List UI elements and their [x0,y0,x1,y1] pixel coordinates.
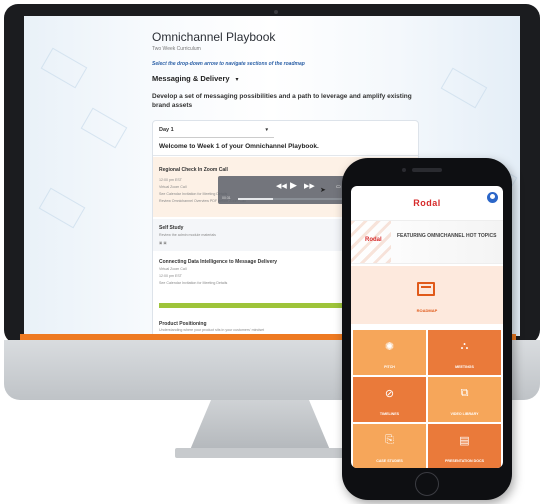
item-detail: Virtual Zoom Call [159,185,187,189]
webcam [274,10,278,14]
meetings-icon: ⛬ [460,340,469,352]
chevron-down-icon[interactable]: ▾ [265,127,268,133]
play-icon[interactable]: ▶ [290,180,297,191]
item-detail: Virtual Zoom Call [159,267,187,271]
tile-video-library[interactable]: ⧉ VIDEO LIBRARY [428,377,501,422]
item-title: Self Study [159,225,184,231]
app-logo: Rodal [413,198,441,208]
roadmap-label: ROADMAP [416,308,438,313]
attachment-icon[interactable]: ▣ ▣ [159,241,167,245]
section-dropdown[interactable]: Messaging & Delivery ▾ [152,74,239,83]
tile-label: TIMELINES [379,412,400,416]
page-title: Omnichannel Playbook [152,30,276,44]
item-title: Product Positioning [159,321,207,327]
roadmap-button[interactable]: ROADMAP [351,266,503,324]
item-detail: 12:00 pm EST [159,178,182,182]
tile-label: CASE STUDIES [376,459,403,463]
presentation-docs-icon: ▤ [459,435,470,447]
video-current-time: 00:31 [222,196,231,200]
banner-text: FEATURING OMNICHANNEL HOT TOPICS [397,233,497,239]
monitor-stand [190,400,330,450]
divider [153,155,418,156]
video-library-icon: ⧉ [460,387,469,399]
item-title: Regional Check In Zoom Call [159,167,228,173]
item-detail: Review the admin module materials [159,233,216,237]
mouse-cursor-icon: ➤ [320,187,326,194]
home-button[interactable] [415,472,439,496]
roadmap-icon [417,282,435,296]
navigation-instruction: Select the drop-down arrow to navigate s… [152,61,305,67]
item-detail: 12:00 pm EST [159,274,182,278]
hexagon-pattern [40,47,88,89]
tile-timelines[interactable]: ⊘ TIMELINES [353,377,426,422]
hexagon-pattern [38,187,86,229]
chevron-down-icon[interactable]: ▾ [236,77,239,83]
rewind-icon[interactable]: ◀◀ [276,182,287,190]
tile-label: VIDEO LIBRARY [450,412,479,416]
video-scrubber-fill [238,198,274,200]
hexagon-pattern [80,107,128,149]
banner-logo: Rodal [365,237,382,243]
section-description: Develop a set of messaging possibilities… [152,93,412,109]
tile-label: PRESENTATION DOCS [444,459,484,463]
speaker-grille [412,168,442,172]
tile-presentation-docs[interactable]: ▤ PRESENTATION DOCS [428,424,501,468]
tile-case-studies[interactable]: ⎘ CASE STUDIES [353,424,426,468]
item-detail: See Calendar Invitation for Meeting Deta… [159,281,228,285]
tile-meetings[interactable]: ⛬ MEETINGS [428,330,501,375]
welcome-message: Welcome to Week 1 of your Omnichannel Pl… [159,143,319,150]
front-camera [402,168,406,172]
fast-forward-icon[interactable]: ▶▶ [304,182,315,190]
user-avatar-icon[interactable] [487,192,498,203]
monitor-base [175,448,345,458]
tile-label: MEETINGS [455,365,474,369]
day-dropdown[interactable]: Day 1 ▾ [159,127,274,138]
case-studies-icon: ⎘ [385,434,394,446]
smartphone: Rodal Rodal FEATURING OMNICHANNEL HOT TO… [342,158,512,500]
phone-screen: Rodal Rodal FEATURING OMNICHANNEL HOT TO… [351,186,503,468]
airplay-icon[interactable]: ▭ [336,184,341,190]
item-title: Connecting Data Intelligence to Message … [159,259,278,265]
section-dropdown-label: Messaging & Delivery [152,74,230,83]
hexagon-pattern [440,67,488,109]
featured-banner[interactable]: Rodal FEATURING OMNICHANNEL HOT TOPICS [351,220,503,264]
timelines-icon: ⊘ [384,388,395,400]
item-detail: Understanding where your product sits in… [159,328,265,332]
pitch-icon: ✺ [384,341,395,353]
tile-label: PITCH [384,365,395,369]
day-dropdown-label: Day 1 [159,127,174,133]
tile-pitch[interactable]: ✺ PITCH [353,330,426,375]
page-subtitle: Two Week Curriculum [152,46,201,52]
